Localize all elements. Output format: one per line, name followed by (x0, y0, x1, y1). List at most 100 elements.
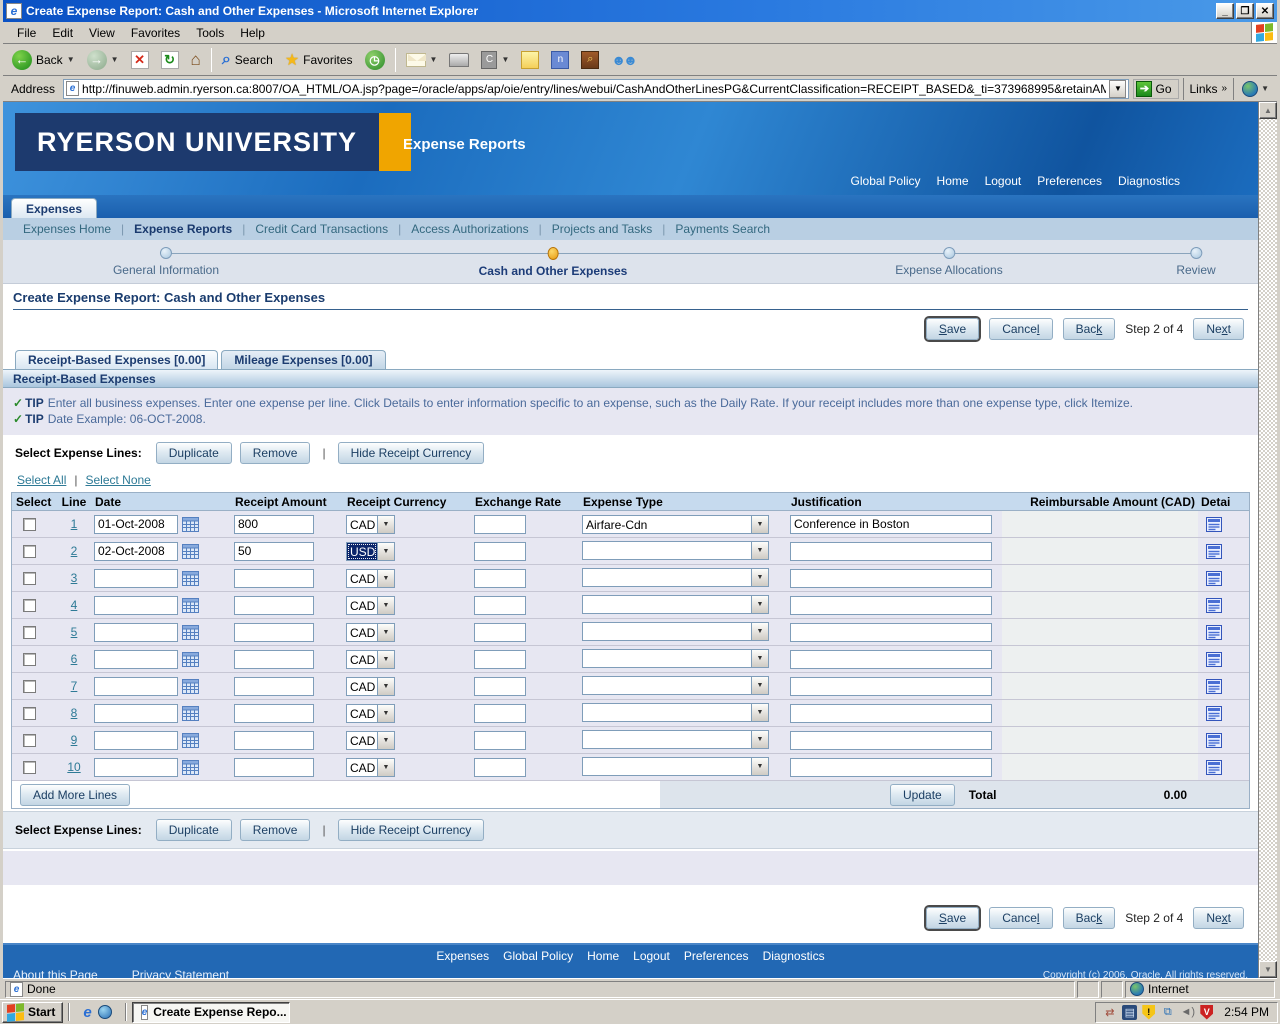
logout-link[interactable]: Logout (985, 174, 1022, 188)
exchange-rate-input[interactable] (474, 623, 526, 642)
details-icon[interactable] (1206, 706, 1222, 721)
cancel-button[interactable]: Cancel (989, 907, 1052, 929)
quick-launch-icon-2[interactable] (98, 1005, 112, 1019)
calendar-icon[interactable] (182, 705, 199, 721)
line-number-link[interactable]: 2 (71, 544, 78, 558)
calendar-icon[interactable] (182, 678, 199, 694)
row-checkbox[interactable] (23, 626, 36, 639)
exchange-rate-input[interactable] (474, 596, 526, 615)
cancel-button[interactable]: Cancel (989, 318, 1052, 340)
nav-credit-card-transactions[interactable]: Credit Card Transactions (245, 222, 398, 236)
save-button[interactable]: Save (926, 907, 979, 929)
receipt-amount-input[interactable] (234, 569, 314, 588)
train-step-general-information[interactable]: General Information (113, 247, 219, 277)
tray-volume-icon[interactable]: ◄) (1180, 1005, 1195, 1020)
save-button[interactable]: Save (926, 318, 979, 340)
address-dropdown-icon[interactable]: ▼ (1109, 80, 1126, 98)
date-input[interactable] (94, 569, 178, 588)
date-input[interactable] (94, 596, 178, 615)
line-number-link[interactable]: 5 (71, 625, 78, 639)
about-this-page-link[interactable]: About this Page (13, 968, 98, 978)
footer-logout-link[interactable]: Logout (633, 949, 670, 963)
go-button[interactable]: ➔ Go (1133, 79, 1178, 99)
home-button[interactable]: ⌂ (186, 48, 206, 72)
row-checkbox[interactable] (23, 707, 36, 720)
global-policy-link[interactable]: Global Policy (851, 174, 921, 188)
line-number-link[interactable]: 3 (71, 571, 78, 585)
receipt-currency-select[interactable]: CAD ▼ (346, 758, 395, 777)
preferences-link[interactable]: Preferences (1037, 174, 1102, 188)
date-input[interactable] (94, 650, 178, 669)
date-input[interactable] (94, 704, 178, 723)
footer-expenses-link[interactable]: Expenses (436, 949, 489, 963)
calendar-icon[interactable] (182, 516, 199, 532)
row-checkbox[interactable] (23, 545, 36, 558)
receipt-amount-input[interactable] (234, 650, 314, 669)
privacy-statement-link[interactable]: Privacy Statement (132, 968, 229, 978)
minimize-button[interactable]: _ (1216, 3, 1234, 19)
favorites-button[interactable]: ★ Favorites (280, 48, 358, 72)
diagnostics-link[interactable]: Diagnostics (1118, 174, 1180, 188)
details-icon[interactable] (1206, 517, 1222, 532)
start-button[interactable]: Start (2, 1002, 63, 1023)
nav-expense-reports[interactable]: Expense Reports (124, 222, 242, 236)
exchange-rate-input[interactable] (474, 515, 526, 534)
receipt-amount-input[interactable] (234, 758, 314, 777)
menu-tools[interactable]: Tools (188, 24, 232, 42)
messenger-button[interactable]: ☻☻ (606, 50, 639, 70)
add-more-lines-button[interactable]: Add More Lines (20, 784, 130, 806)
menu-view[interactable]: View (81, 24, 123, 42)
close-button[interactable]: ✕ (1256, 3, 1274, 19)
address-input[interactable]: e http://finuweb.admin.ryerson.ca:8007/O… (63, 79, 1129, 99)
exchange-rate-input[interactable] (474, 758, 526, 777)
research-button[interactable]: ⌕ (576, 49, 604, 71)
footer-diagnostics-link[interactable]: Diagnostics (763, 949, 825, 963)
line-number-link[interactable]: 4 (71, 598, 78, 612)
details-icon[interactable] (1206, 571, 1222, 586)
row-checkbox[interactable] (23, 518, 36, 531)
back-button[interactable]: ← Back▼ (7, 48, 80, 72)
hide-receipt-currency-button[interactable]: Hide Receipt Currency (338, 442, 485, 464)
line-number-link[interactable]: 1 (71, 517, 78, 531)
home-link[interactable]: Home (937, 174, 969, 188)
date-input[interactable] (94, 758, 178, 777)
line-number-link[interactable]: 8 (71, 706, 78, 720)
vertical-scrollbar[interactable]: ▲ ▼ (1258, 102, 1277, 978)
line-number-link[interactable]: 6 (71, 652, 78, 666)
back-step-button[interactable]: Back (1063, 907, 1116, 929)
refresh-button[interactable]: ↻ (156, 49, 184, 71)
tray-sync-icon[interactable]: ⇄ (1102, 1005, 1117, 1020)
date-input[interactable] (94, 677, 178, 696)
row-checkbox[interactable] (23, 761, 36, 774)
tab-mileage-expenses[interactable]: Mileage Expenses [0.00] (221, 350, 385, 369)
calendar-icon[interactable] (182, 732, 199, 748)
expense-type-select[interactable]: ▼ (582, 622, 769, 641)
tab-expenses[interactable]: Expenses (11, 198, 97, 218)
expense-type-select[interactable]: ▼ (582, 541, 769, 560)
receipt-amount-input[interactable] (234, 542, 314, 561)
receipt-amount-input[interactable] (234, 677, 314, 696)
receipt-currency-select[interactable]: CAD ▼ (346, 731, 395, 750)
expense-type-select[interactable]: ▼ (582, 757, 769, 776)
justification-input[interactable] (790, 542, 992, 561)
duplicate-button[interactable]: Duplicate (156, 442, 232, 464)
exchange-rate-input[interactable] (474, 650, 526, 669)
calendar-icon[interactable] (182, 597, 199, 613)
exchange-rate-input[interactable] (474, 704, 526, 723)
date-input[interactable] (94, 623, 178, 642)
next-button[interactable]: Next (1193, 318, 1244, 340)
expense-type-select[interactable]: ▼ (582, 730, 769, 749)
expense-type-select[interactable]: ▼ (582, 649, 769, 668)
justification-input[interactable] (790, 623, 992, 642)
justification-input[interactable] (790, 596, 992, 615)
receipt-currency-select[interactable]: CAD ▼ (346, 677, 395, 696)
footer-global-policy-link[interactable]: Global Policy (503, 949, 573, 963)
receipt-amount-input[interactable] (234, 704, 314, 723)
links-button[interactable]: Links» (1183, 78, 1235, 100)
restore-button[interactable]: ❐ (1236, 3, 1254, 19)
history-button[interactable]: ◷ (360, 48, 390, 72)
nav-access-authorizations[interactable]: Access Authorizations (401, 222, 538, 236)
receipt-currency-select[interactable]: CAD ▼ (346, 596, 395, 615)
justification-input[interactable] (790, 758, 992, 777)
receipt-currency-select[interactable]: CAD ▼ (346, 569, 395, 588)
